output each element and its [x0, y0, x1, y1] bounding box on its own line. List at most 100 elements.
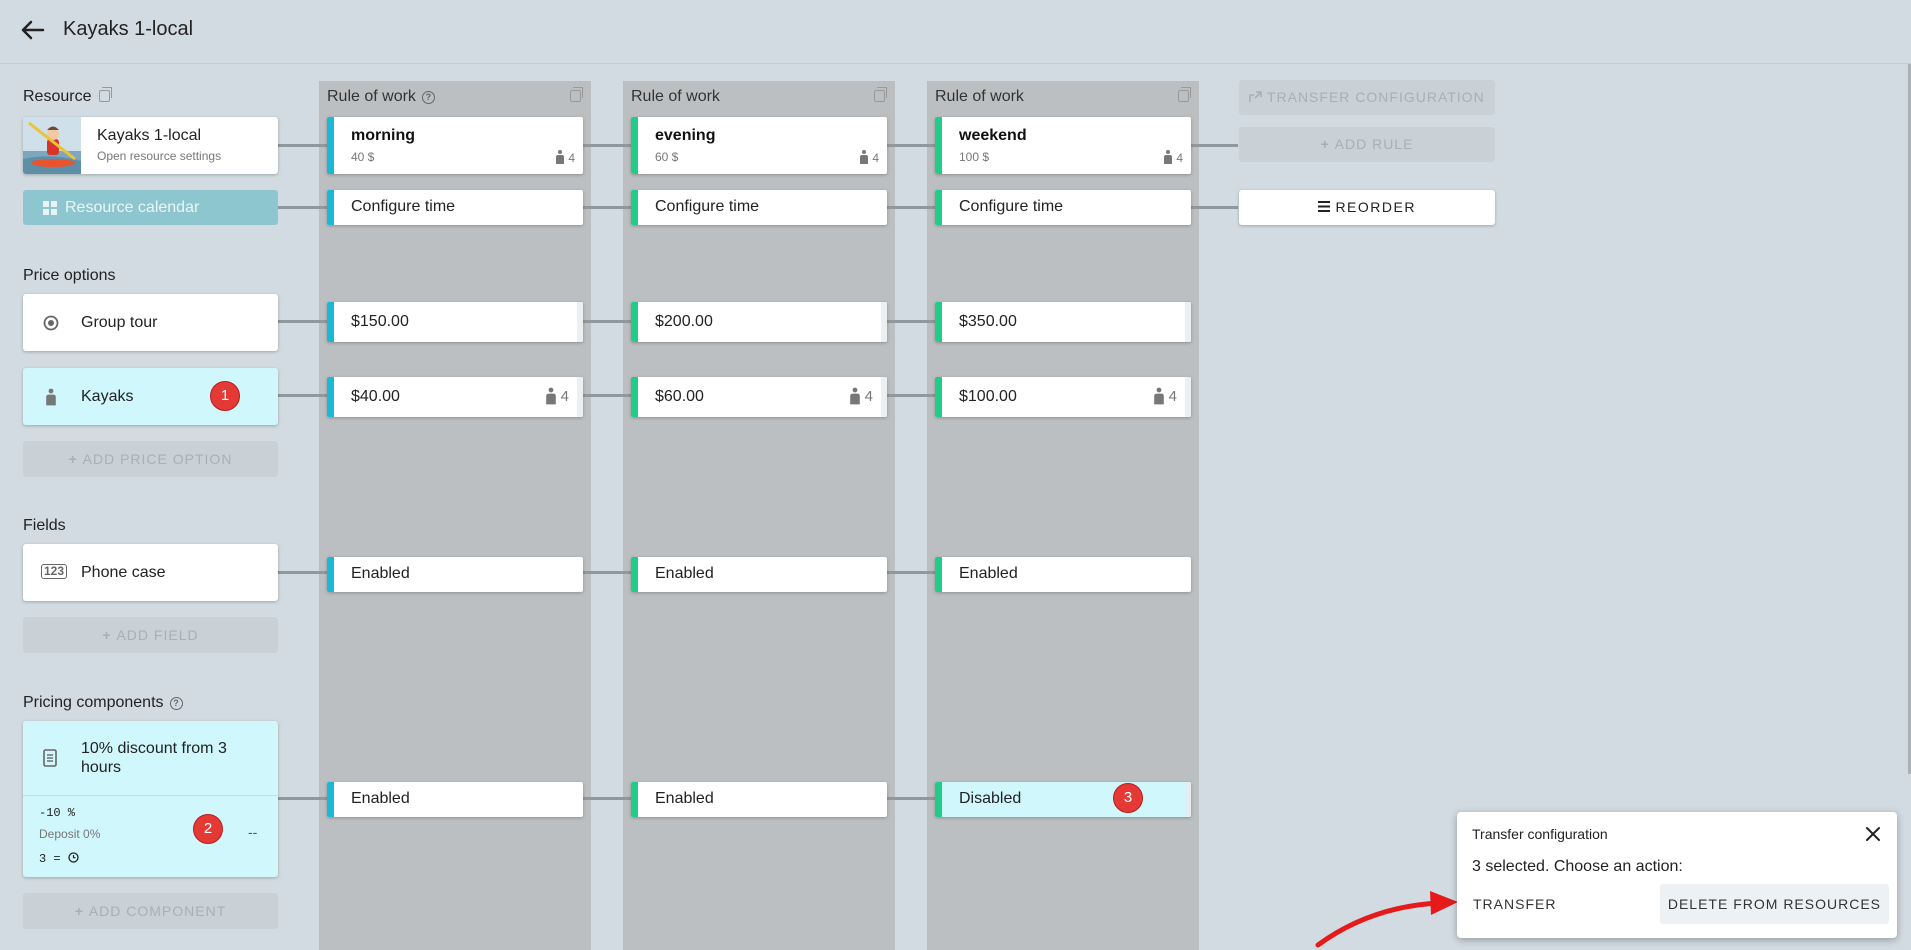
- transfer-configuration-button[interactable]: TRANSFER CONFIGURATION: [1239, 80, 1495, 115]
- person-icon: [555, 150, 565, 164]
- resource-calendar-label: Resource calendar: [65, 199, 200, 216]
- field-phone-case[interactable]: 123 Phone case: [23, 544, 278, 601]
- plus-icon: +: [74, 903, 84, 919]
- rule-color-stripe: [935, 117, 942, 174]
- card-edge: [881, 377, 887, 417]
- rule-color-stripe: [631, 557, 638, 592]
- card-edge: [881, 302, 887, 342]
- annotation-badge: 3: [1113, 783, 1143, 813]
- configure-time-label: Configure time: [959, 198, 1064, 215]
- help-icon[interactable]: ?: [169, 697, 183, 710]
- add-price-option-label: ADD PRICE OPTION: [82, 451, 233, 467]
- copy-icon[interactable]: [1178, 87, 1191, 102]
- reorder-button[interactable]: REORDER: [1239, 190, 1495, 225]
- section-pricing-components: Pricing components?: [23, 694, 183, 712]
- add-rule-button[interactable]: + ADD RULE: [1239, 127, 1495, 162]
- receipt-icon: [43, 749, 57, 767]
- field-state-evening[interactable]: Enabled: [631, 557, 887, 592]
- add-rule-label: ADD RULE: [1334, 136, 1414, 152]
- card-edge: [577, 377, 583, 417]
- kayak-capacity: 4: [1153, 387, 1177, 405]
- group-tour-price-weekend[interactable]: $350.00: [935, 302, 1191, 342]
- configure-time-morning[interactable]: Configure time: [327, 190, 583, 225]
- section-resource: Resource: [23, 87, 113, 106]
- back-arrow-icon[interactable]: [16, 14, 48, 46]
- resource-card[interactable]: Kayaks 1-local Open resource settings: [23, 117, 278, 174]
- kayaks-price-morning[interactable]: $40.00 4: [327, 377, 583, 417]
- copy-icon[interactable]: [570, 87, 583, 102]
- copy-icon[interactable]: [99, 87, 113, 102]
- component-state-morning[interactable]: Enabled: [327, 782, 583, 817]
- pricing-component-title: 10% discount from 3 hours: [81, 740, 227, 776]
- rule-card-morning[interactable]: morning 40 $ 4: [327, 117, 583, 174]
- configure-time-weekend[interactable]: Configure time: [935, 190, 1191, 225]
- card-edge: [577, 302, 583, 342]
- price-option-label: Group tour: [81, 314, 158, 331]
- rule-color-stripe: [631, 302, 638, 342]
- field-label: Phone case: [81, 564, 166, 581]
- add-component-button[interactable]: + ADD COMPONENT: [23, 893, 278, 929]
- rule-capacity: 4: [555, 150, 575, 165]
- page-title: Kayaks 1-local: [63, 18, 194, 40]
- card-edge: [1185, 302, 1191, 342]
- close-icon[interactable]: [1861, 822, 1885, 846]
- price-value: $200.00: [655, 313, 713, 330]
- transfer-configuration-label: TRANSFER CONFIGURATION: [1266, 89, 1485, 105]
- price-option-label: Kayaks: [81, 388, 134, 405]
- popup-message: 3 selected. Choose an action:: [1472, 858, 1683, 875]
- field-state-label: Enabled: [655, 565, 714, 582]
- group-tour-price-evening[interactable]: $200.00: [631, 302, 887, 342]
- person-icon: [859, 150, 869, 164]
- configure-time-evening[interactable]: Configure time: [631, 190, 887, 225]
- price-value: $150.00: [351, 313, 409, 330]
- numbers-icon: 123: [41, 564, 68, 579]
- rule-name: weekend: [959, 127, 1027, 144]
- component-state-evening[interactable]: Enabled: [631, 782, 887, 817]
- resource-thumbnail: [23, 117, 81, 174]
- group-tour-price-morning[interactable]: $150.00: [327, 302, 583, 342]
- price-option-kayaks[interactable]: Kayaks 1: [23, 368, 278, 425]
- configure-time-label: Configure time: [655, 198, 760, 215]
- rule-color-stripe: [935, 377, 942, 417]
- add-price-option-button[interactable]: + ADD PRICE OPTION: [23, 441, 278, 477]
- annotation-badge: 2: [193, 814, 223, 844]
- rule-price: 60 $: [655, 150, 679, 164]
- rule-card-weekend[interactable]: weekend 100 $ 4: [935, 117, 1191, 174]
- component-state-label: Enabled: [351, 790, 410, 807]
- rule-condition: 3 =: [39, 852, 79, 866]
- price-option-group-tour[interactable]: Group tour: [23, 294, 278, 351]
- person-icon: [1163, 150, 1173, 164]
- person-icon: [1153, 387, 1165, 405]
- transfer-button[interactable]: TRANSFER: [1465, 884, 1564, 924]
- rule-color-stripe: [327, 782, 334, 817]
- kayaks-price-weekend[interactable]: $100.00 4: [935, 377, 1191, 417]
- field-state-weekend[interactable]: Enabled: [935, 557, 1191, 592]
- rule-name: morning: [351, 127, 415, 144]
- clock-icon: [68, 852, 79, 863]
- rule-color-stripe: [327, 190, 334, 225]
- section-pricing-components-label: Pricing components: [23, 694, 164, 711]
- resource-subtitle[interactable]: Open resource settings: [97, 149, 221, 163]
- field-state-label: Enabled: [959, 565, 1018, 582]
- rule-header: Rule of work: [631, 88, 720, 105]
- resource-name: Kayaks 1-local: [97, 127, 202, 144]
- component-state-weekend[interactable]: Disabled: [935, 782, 1191, 817]
- component-dash: --: [248, 824, 258, 840]
- rule-price: 40 $: [351, 150, 375, 164]
- kayaks-price-evening[interactable]: $60.00 4: [631, 377, 887, 417]
- copy-icon[interactable]: [874, 87, 887, 102]
- help-icon[interactable]: ?: [421, 91, 435, 104]
- resource-calendar-button[interactable]: Resource calendar: [23, 190, 278, 225]
- rule-condition-text: 3 =: [39, 852, 61, 866]
- delete-from-resources-button[interactable]: DELETE FROM RESOURCES: [1659, 884, 1889, 924]
- rule-card-evening[interactable]: evening 60 $ 4: [631, 117, 887, 174]
- component-state-label: Disabled: [959, 790, 1022, 807]
- field-state-morning[interactable]: Enabled: [327, 557, 583, 592]
- plus-icon: +: [68, 451, 78, 467]
- rule-color-stripe: [935, 190, 942, 225]
- rule-price: 100 $: [959, 150, 990, 164]
- reorder-label: REORDER: [1335, 199, 1416, 215]
- add-field-button[interactable]: + ADD FIELD: [23, 617, 278, 653]
- price-value: $60.00: [655, 388, 704, 405]
- pricing-component-card[interactable]: 10% discount from 3 hours -10 % Deposit …: [23, 721, 278, 877]
